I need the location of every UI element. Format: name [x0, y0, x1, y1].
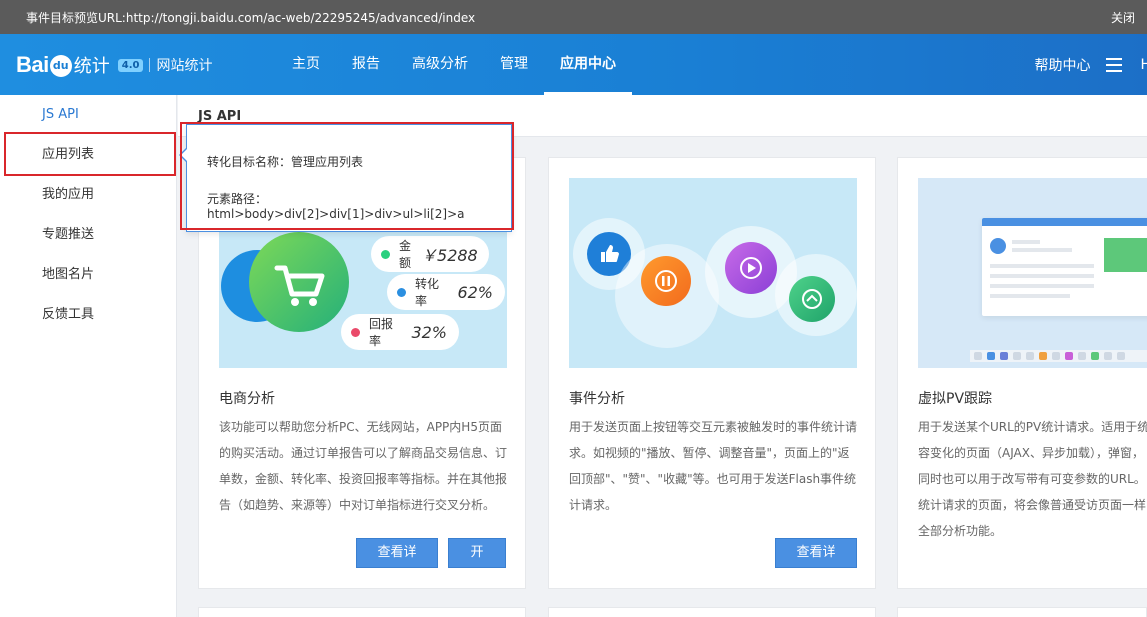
red-dot-icon — [351, 328, 360, 337]
header-right: 帮助中心 H — [1034, 34, 1147, 95]
metric-amount: 金额 ￥5288 — [371, 236, 489, 272]
tooltip-element-path: 元素路径：html>body>div[2]>div[1]>div>ul>li[2… — [207, 192, 465, 221]
header-user-truncated[interactable]: H — [1140, 57, 1147, 73]
app-card-next-row — [548, 607, 876, 617]
list-menu-icon[interactable] — [1106, 57, 1123, 72]
card-description: 用于发送某个URL的PV统计请求。适用于统 容变化的页面（AJAX、异步加载），… — [918, 420, 1147, 538]
preview-bar: 事件目标预览URL:http://tongji.baidu.com/ac-web… — [0, 0, 1147, 34]
sidebar-item-js-api[interactable]: JS API — [0, 95, 177, 135]
tooltip-target-name: 转化目标名称：管理应用列表 — [207, 155, 364, 169]
play-icon — [725, 242, 777, 294]
metric-amount-label: 金额 — [399, 239, 412, 270]
card-title: 事件分析 — [569, 391, 625, 407]
nav-reports[interactable]: 报告 — [336, 34, 396, 95]
app-card-virtual-pv: 虚拟PV跟踪 用于发送某个URL的PV统计请求。适用于统 容变化的页面（AJAX… — [897, 157, 1147, 589]
app-card-next-row — [198, 607, 526, 617]
cart-circle — [249, 232, 349, 332]
logo-tongji: 统计 — [73, 56, 110, 77]
sidebar-item-map-card[interactable]: 地图名片 — [0, 255, 177, 295]
browser-window-graphic — [982, 218, 1147, 316]
metric-amount-value: ￥5288 — [421, 246, 478, 265]
logo-site-label: 网站统计 — [156, 58, 213, 74]
logo-divider — [149, 58, 151, 72]
activate-button[interactable]: 开通 — [448, 538, 506, 588]
card-description: 该功能可以帮助您分析PC、无线网站，APP内H5页面的购买活动。通过订单报告可以… — [219, 420, 508, 512]
dock-graphic — [970, 350, 1147, 362]
nav-home[interactable]: 主页 — [276, 34, 336, 95]
section-title: JS API — [198, 109, 242, 124]
metric-conversion-value: 62% — [457, 282, 493, 302]
main-nav: 主页 报告 高级分析 管理 应用中心 — [276, 34, 632, 95]
metric-return-value: 32% — [411, 322, 447, 342]
sidebar-item-app-list[interactable]: 应用列表 — [0, 135, 177, 175]
baidu-tongji-logo[interactable]: Bai du 统计 4.0 网站统计 — [16, 50, 212, 80]
pause-icon — [641, 256, 691, 306]
green-dot-icon — [381, 250, 390, 259]
metric-conversion-label: 转化率 — [415, 277, 440, 308]
sidebar-item-topic-push[interactable]: 专题推送 — [0, 215, 177, 255]
view-details-button[interactable]: 查看详情 — [775, 538, 857, 588]
sidebar-item-feedback-tool[interactable]: 反馈工具 — [0, 295, 177, 335]
app-card-event-analysis: 事件分析 用于发送页面上按钮等交互元素被触发时的事件统计请求。如视频的"播放、暂… — [548, 157, 876, 589]
nav-advanced-analysis[interactable]: 高级分析 — [396, 34, 484, 95]
sidebar: JS API 应用列表 我的应用 专题推送 地图名片 反馈工具 — [0, 95, 177, 617]
virtual-pv-illustration — [918, 178, 1147, 368]
card-title: 电商分析 — [219, 391, 275, 407]
sidebar-item-my-apps[interactable]: 我的应用 — [0, 175, 177, 215]
conversion-target-tooltip: 转化目标名称：管理应用列表 元素路径：html>body>div[2]>div[… — [179, 124, 512, 232]
metric-return: 回报率 32% — [341, 314, 459, 350]
event-illustration — [569, 178, 857, 368]
shopping-cart-icon — [274, 265, 325, 306]
card-title: 虚拟PV跟踪 — [918, 391, 993, 407]
close-preview-button[interactable]: 关闭 — [1111, 9, 1135, 26]
card-description: 用于发送页面上按钮等交互元素被触发时的事件统计请求。如视频的"播放、暂停、调整音… — [569, 420, 858, 512]
metric-return-label: 回报率 — [369, 317, 394, 348]
back-to-top-icon — [789, 276, 835, 322]
top-header: Bai du 统计 4.0 网站统计 主页 报告 高级分析 管理 应用中心 帮助… — [0, 34, 1147, 95]
app-card-next-row — [897, 607, 1147, 617]
nav-app-center[interactable]: 应用中心 — [544, 34, 632, 95]
preview-url: 事件目标预览URL:http://tongji.baidu.com/ac-web… — [26, 11, 476, 25]
blue-dot-icon — [397, 288, 406, 297]
metric-conversion: 转化率 62% — [387, 274, 505, 310]
logo-du-paw-icon: du — [49, 55, 72, 77]
view-details-button[interactable]: 查看详情 — [356, 538, 438, 588]
logo-bai: Bai — [16, 52, 49, 77]
version-badge: 4.0 — [117, 58, 144, 72]
help-center-link[interactable]: 帮助中心 — [1034, 55, 1090, 75]
nav-manage[interactable]: 管理 — [484, 34, 544, 95]
